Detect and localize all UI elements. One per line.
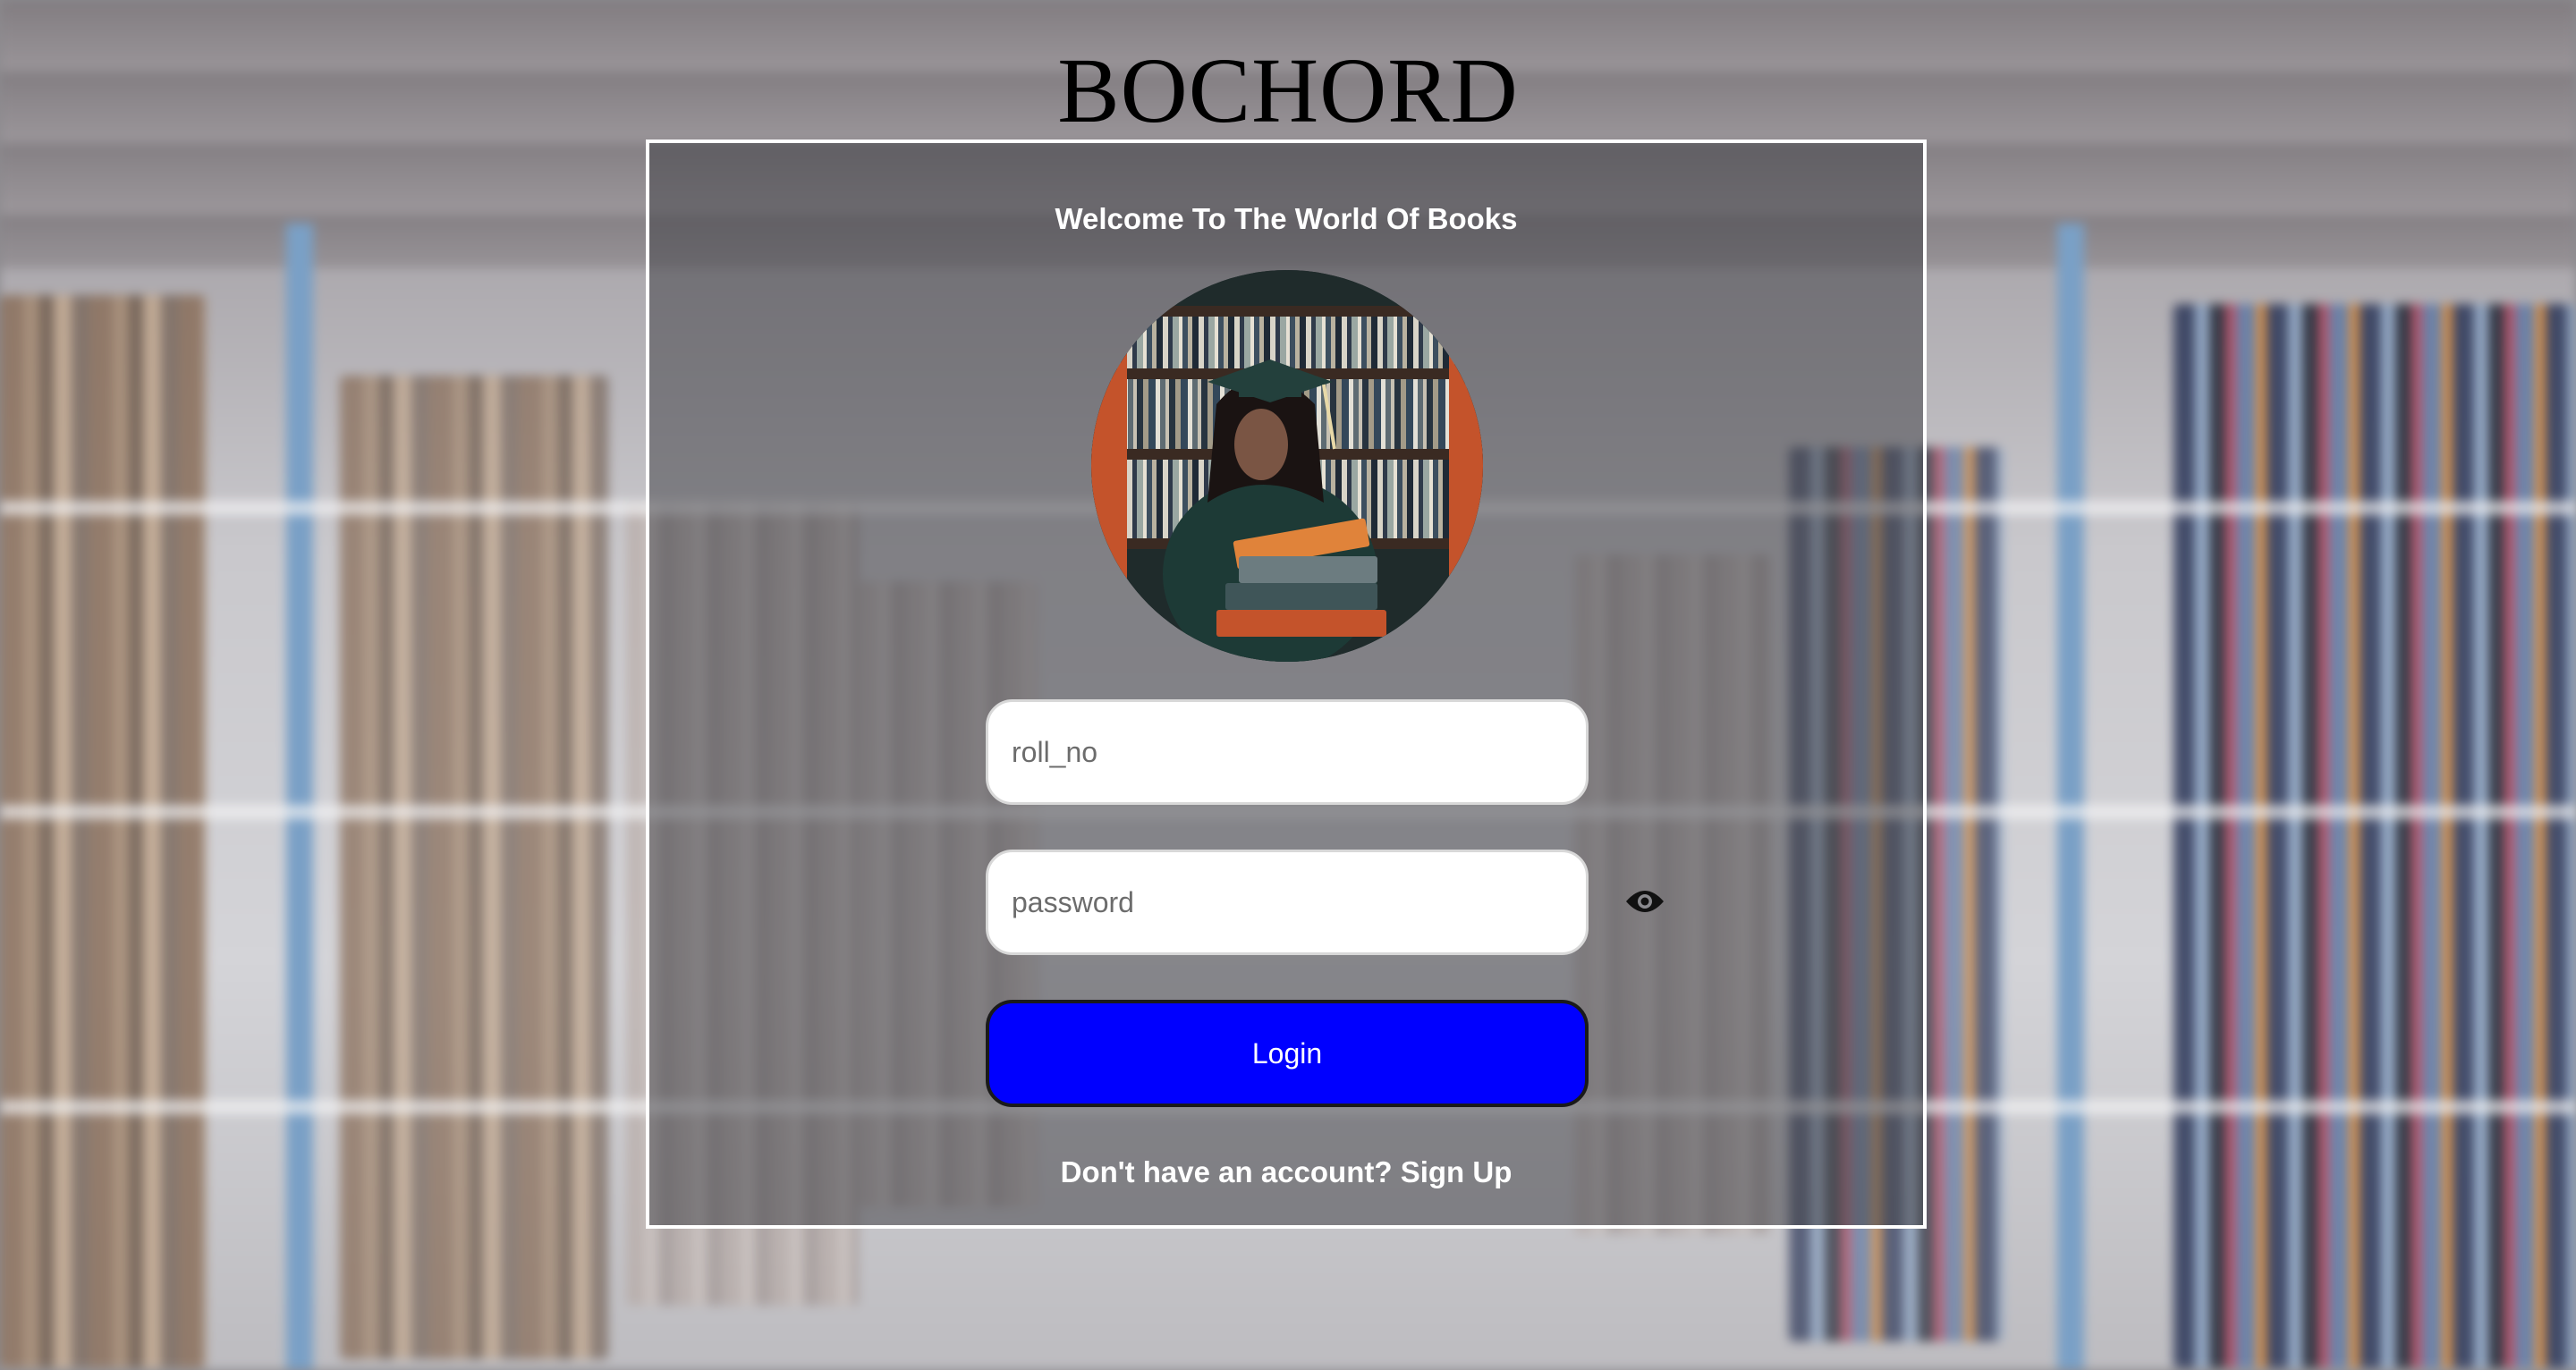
signup-prompt: Don't have an account? xyxy=(1060,1155,1393,1188)
password-input[interactable] xyxy=(986,850,1589,955)
eye-icon[interactable] xyxy=(1624,885,1665,918)
signup-row: Don't have an account? Sign Up xyxy=(646,1155,1927,1189)
login-button[interactable]: Login xyxy=(986,1000,1589,1107)
signup-link[interactable]: Sign Up xyxy=(1401,1155,1513,1188)
brand-title: BOCHORD xyxy=(1057,39,1519,142)
avatar xyxy=(1091,270,1483,662)
roll-no-input[interactable] xyxy=(986,699,1589,805)
welcome-heading: Welcome To The World Of Books xyxy=(1055,202,1518,235)
graduate-with-books-image xyxy=(1091,270,1483,662)
